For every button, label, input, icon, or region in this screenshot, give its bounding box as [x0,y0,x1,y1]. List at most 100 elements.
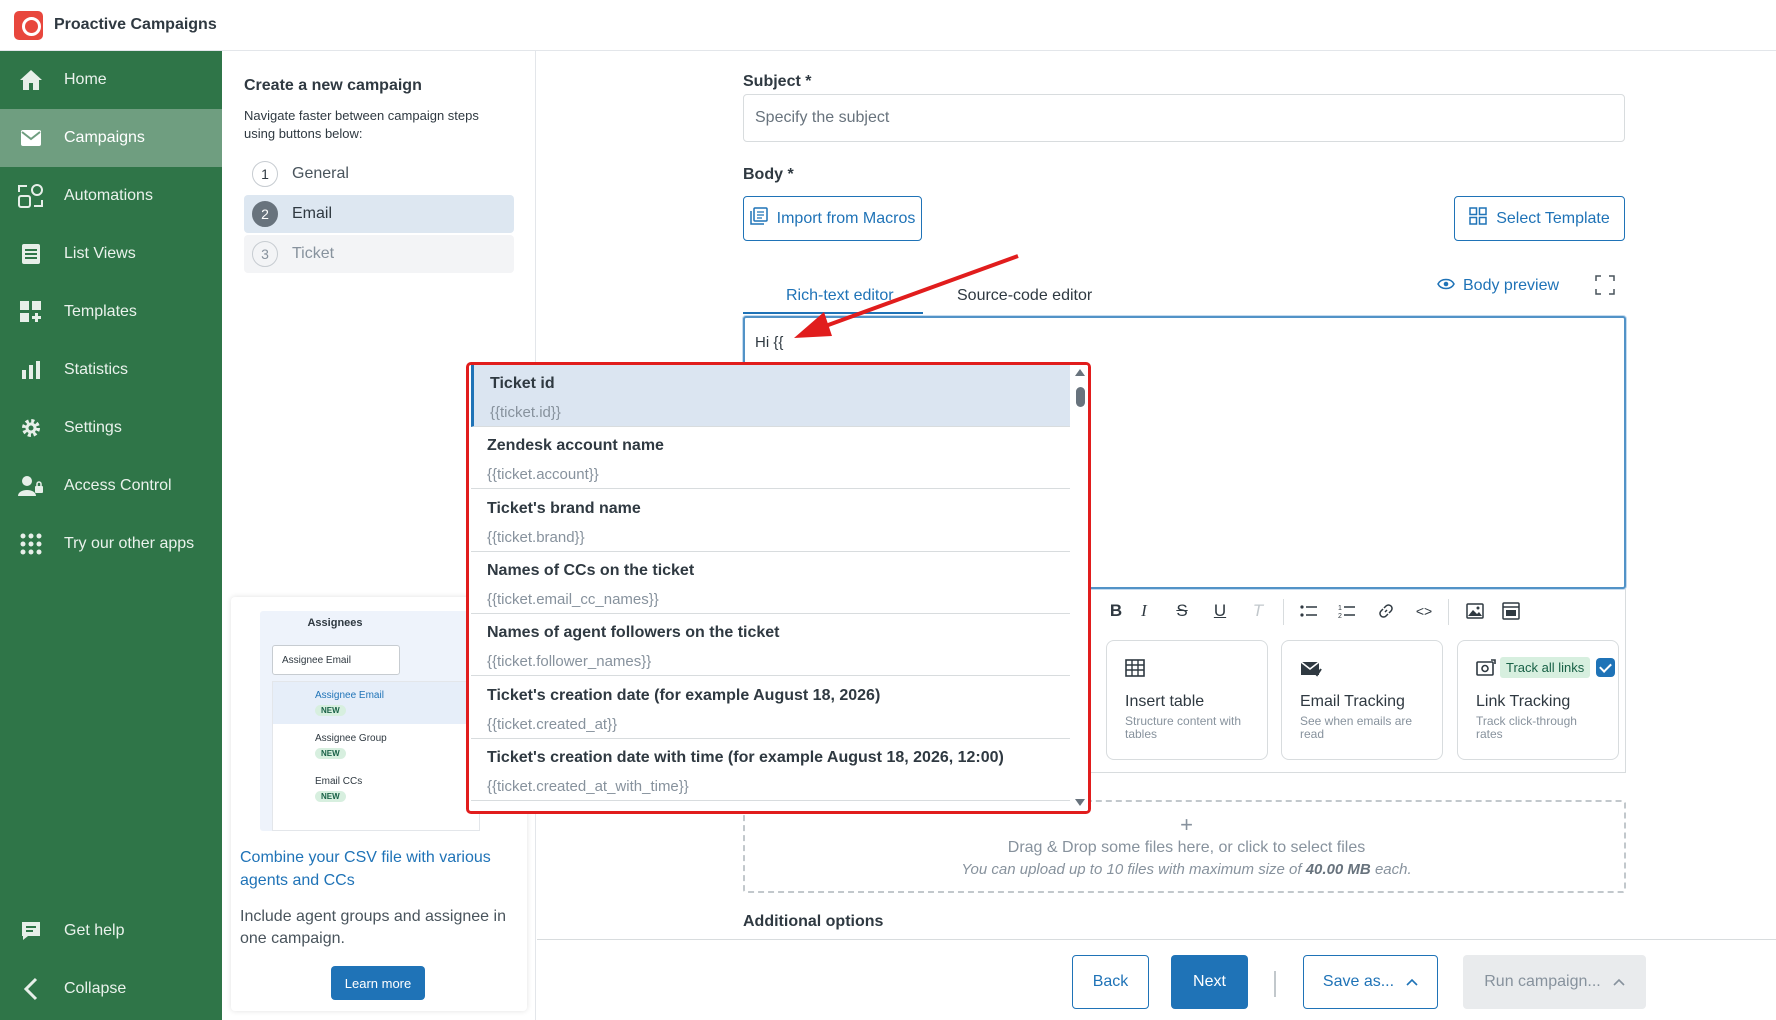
svg-text:2: 2 [1338,613,1342,619]
placeholder-option[interactable]: Ticket's brand name {{ticket.brand}} [471,490,1070,552]
sidebar-item-label: Get help [64,922,125,939]
code-icon[interactable]: <> [1412,599,1436,623]
import-macros-button[interactable]: Import from Macros [743,196,922,241]
user-lock-icon [16,471,46,501]
sidebar-item-list-views[interactable]: List Views [0,225,222,283]
placeholder-code: {{ticket.email_cc_names}} [487,591,659,608]
app-logo-icon [14,10,43,40]
sidebar-item-label: Statistics [64,361,129,378]
clear-format-icon[interactable]: T [1246,599,1270,623]
run-campaign-button: Run campaign... [1463,955,1646,1009]
sidebar-item-label: Access Control [64,477,172,494]
expand-icon[interactable] [1595,275,1615,295]
placeholder-option[interactable]: Ticket's creation date (for example Augu… [471,677,1070,739]
step-label: Email [292,205,333,222]
sidebar-item-get-help[interactable]: Get help [0,902,222,960]
promo-shot-option: Assignee Group NEW [315,733,387,759]
promo-shot-header: Assignees [307,617,363,629]
dropzone-limits: You can upload up to 10 files with maxim… [961,861,1412,878]
email-tracking-card[interactable]: Email Tracking See when emails are read [1281,640,1443,760]
app-title: Proactive Campaigns [54,16,217,33]
sidebar-item-statistics[interactable]: Statistics [0,341,222,399]
steps-description: Navigate faster between campaign steps u… [244,108,479,141]
chevron-left-icon [16,974,46,1004]
macros-icon [749,207,768,230]
scroll-up-icon[interactable] [1075,369,1085,376]
step-general[interactable]: 1 General [244,155,514,193]
placeholder-option[interactable]: Names of CCs on the ticket {{ticket.emai… [471,552,1070,614]
sidebar-collapse[interactable]: Collapse [0,960,222,1018]
italic-icon[interactable]: I [1132,599,1156,623]
placeholder-name: Names of agent followers on the ticket [487,624,780,641]
underline-icon[interactable]: U [1208,599,1232,623]
back-button[interactable]: Back [1072,955,1149,1009]
bullet-list-icon[interactable] [1297,599,1321,623]
dropzone-instructions: Drag & Drop some files here, or click to… [1007,839,1366,856]
additional-options-label[interactable]: Additional options [743,913,883,931]
sidebar-item-settings[interactable]: Settings [0,399,222,457]
gear-icon [16,413,46,443]
chevron-up-icon [1613,973,1625,991]
step-number: 1 [252,161,278,187]
automations-icon [16,181,46,211]
html-block-icon[interactable] [1499,599,1523,623]
eye-icon [1437,277,1455,295]
sidebar-item-label: Automations [64,187,153,204]
track-all-links-label: Track all links [1500,657,1591,678]
select-template-button[interactable]: Select Template [1454,196,1625,241]
sidebar-item-other-apps[interactable]: Try our other apps [0,515,222,573]
placeholder-code: {{ticket.id}} [490,404,561,421]
track-all-links-checkbox[interactable] [1596,658,1615,677]
step-number: 3 [252,241,278,267]
promo-shot-option: Email CCs NEW [315,776,363,802]
sidebar-item-label: List Views [64,245,136,262]
help-chat-icon [16,916,46,946]
sidebar-item-templates[interactable]: Templates [0,283,222,341]
sidebar-item-campaigns[interactable]: Campaigns [0,109,222,167]
placeholder-option[interactable]: Names of agent followers on the ticket {… [471,614,1070,676]
step-label: Ticket [292,245,335,262]
promo-shot-option: Assignee Email NEW [273,682,481,724]
templates-icon [16,297,46,327]
strikethrough-icon[interactable]: S [1170,599,1194,623]
feature-title: Insert table [1125,693,1205,710]
sidebar-item-automations[interactable]: Automations [0,167,222,225]
link-icon[interactable] [1374,599,1398,623]
bold-icon[interactable]: B [1104,599,1128,623]
top-bar: Proactive Campaigns [0,0,1776,51]
placeholder-option[interactable]: Zendesk account name {{ticket.account}} [471,427,1070,489]
sidebar-item-access-control[interactable]: Access Control [0,457,222,515]
steps-title: Create a new campaign [244,77,422,94]
placeholder-option[interactable]: Ticket's creation date with time (for ex… [471,739,1070,801]
placeholder-code: {{ticket.account}} [487,466,599,483]
feature-description: Track click-through rates [1476,714,1577,741]
save-as-button[interactable]: Save as... [1303,955,1438,1009]
dropdown-scrollbar[interactable] [1073,365,1088,811]
promo-shot-select: Assignee Email [272,645,400,675]
promo-title: Combine your CSV file with various agent… [240,849,491,889]
image-icon[interactable] [1463,599,1487,623]
step-email[interactable]: 2 Email [244,195,514,233]
placeholder-name: Ticket's creation date with time (for ex… [487,749,1004,766]
plus-icon: + [1180,812,1193,837]
subject-input[interactable]: Specify the subject [743,94,1625,142]
scroll-thumb[interactable] [1076,387,1085,407]
body-preview-button[interactable]: Body preview [1437,277,1559,295]
link-tracking-card[interactable]: Track all links Link Tracking Track clic… [1457,640,1619,760]
scroll-down-icon[interactable] [1075,799,1085,806]
placeholder-option[interactable]: Ticket id {{ticket.id}} [471,365,1070,427]
toolbar-divider [1283,599,1284,625]
sidebar-item-label: Settings [64,419,122,436]
next-button[interactable]: Next [1171,955,1248,1009]
insert-table-card[interactable]: Insert table Structure content with tabl… [1106,640,1268,760]
learn-more-button[interactable]: Learn more [331,966,425,1000]
svg-text:1: 1 [1338,605,1342,612]
link-tracking-icon [1476,659,1496,679]
numbered-list-icon[interactable]: 12 [1335,599,1359,623]
annotation-arrow-icon [794,254,1019,338]
sidebar-item-home[interactable]: Home [0,51,222,109]
placeholder-code: {{ticket.created_at_with_time}} [487,778,689,795]
placeholder-dropdown: Ticket id {{ticket.id}} Zendesk account … [466,362,1091,814]
body-label: Body * [743,166,794,183]
toolbar-divider [1448,599,1449,625]
